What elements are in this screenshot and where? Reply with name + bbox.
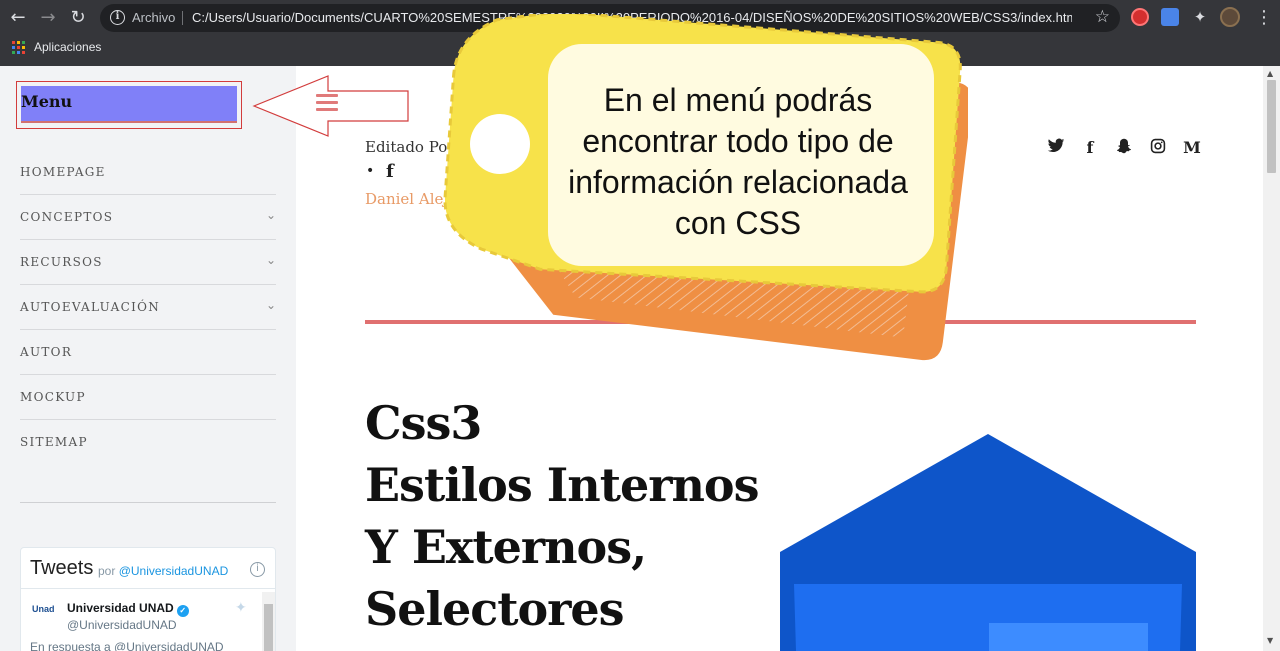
- sidebar-item-conceptos[interactable]: CONCEPTOS ⌄: [20, 195, 276, 240]
- envelope-illustration: [780, 434, 1196, 651]
- address-scheme-label: Archivo: [132, 10, 176, 25]
- page-title-line: Y Externos,: [365, 520, 647, 574]
- sidebar-item-sitemap[interactable]: SITEMAP: [20, 420, 276, 465]
- sidebar-item-autor[interactable]: AUTOR: [20, 330, 276, 375]
- chevron-down-icon[interactable]: ⌄: [266, 253, 276, 267]
- chevron-down-icon[interactable]: ⌄: [266, 298, 276, 312]
- unad-logo: Unad: [32, 604, 55, 614]
- scroll-up-arrow-icon[interactable]: ▲: [1267, 69, 1273, 78]
- scroll-down-arrow-icon[interactable]: ▼: [1267, 636, 1273, 645]
- sidebar-item-homepage[interactable]: HOMEPAGE: [20, 150, 276, 195]
- profile-avatar[interactable]: [1220, 7, 1240, 27]
- translate-icon[interactable]: [1161, 8, 1179, 26]
- facebook-icon[interactable]: f: [1080, 138, 1100, 158]
- page-title: Css3 Estilos Internos Y Externos, Select…: [365, 392, 765, 640]
- reload-icon[interactable]: ↻: [66, 6, 90, 30]
- verified-badge-icon: ✓: [176, 605, 189, 617]
- sidebar-item-label: HOMEPAGE: [20, 165, 106, 179]
- menu-title: Menu: [21, 92, 73, 111]
- twitter-icon[interactable]: [1046, 138, 1066, 158]
- list-bullet: •: [366, 163, 375, 179]
- forward-icon[interactable]: →: [36, 6, 60, 30]
- sidebar-item-label: AUTOR: [20, 345, 73, 359]
- sidebar-item-label: RECURSOS: [20, 255, 103, 269]
- bookmark-star-icon[interactable]: ☆: [1095, 7, 1110, 27]
- instagram-icon[interactable]: [1148, 138, 1168, 158]
- sidebar-item-autoevaluacion[interactable]: AUTOEVALUACIÓN ⌄: [20, 285, 276, 330]
- page-title-line: Css3: [365, 396, 482, 450]
- tweets-title: Tweets: [30, 557, 94, 579]
- editor-byline: Editado Po: [365, 138, 448, 156]
- snapchat-icon[interactable]: [1114, 138, 1134, 158]
- page-title-line: Selectores: [365, 582, 625, 636]
- info-icon[interactable]: i: [250, 562, 265, 577]
- tweets-by-handle-link[interactable]: @UniversidadUNAD: [119, 564, 229, 578]
- tweets-scrollbar[interactable]: [262, 592, 275, 651]
- apps-icon[interactable]: [12, 41, 25, 54]
- sidebar-item-label: SITEMAP: [20, 435, 88, 449]
- facebook-icon[interactable]: f: [386, 161, 394, 182]
- tweet-account-name[interactable]: Universidad UNAD ✓: [67, 601, 189, 617]
- tweet-account-name-text[interactable]: Universidad UNAD: [67, 601, 174, 615]
- sidebar: Menu HOMEPAGE CONCEPTOS ⌄ RECURSOS ⌄ AUT…: [0, 66, 296, 651]
- twitter-bird-icon[interactable]: ✦: [235, 600, 247, 616]
- bookmark-apps[interactable]: Aplicaciones: [34, 40, 101, 54]
- sidebar-nav: HOMEPAGE CONCEPTOS ⌄ RECURSOS ⌄ AUTOEVAL…: [20, 150, 276, 465]
- back-icon[interactable]: ←: [6, 6, 30, 30]
- sidebar-item-label: MOCKUP: [20, 390, 86, 404]
- tweets-byline: por @UniversidadUNAD: [98, 564, 228, 578]
- tweets-divider: [21, 588, 275, 589]
- medium-icon[interactable]: M: [1182, 138, 1202, 158]
- menu-highlight-outline: Menu: [16, 81, 242, 129]
- sidebar-item-label: CONCEPTOS: [20, 210, 114, 224]
- sidebar-divider: [20, 502, 276, 503]
- tweet-reply-context: En respuesta a @UniversidadUNAD: [30, 640, 224, 651]
- social-links: f M: [1046, 138, 1202, 158]
- page-scrollbar[interactable]: ▲ ▼: [1263, 66, 1280, 651]
- site-info-icon[interactable]: i: [110, 10, 125, 25]
- sidebar-item-label: AUTOEVALUACIÓN: [20, 300, 161, 314]
- tweets-scroll-thumb[interactable]: [264, 604, 273, 651]
- adblock-icon[interactable]: [1131, 8, 1149, 26]
- chevron-down-icon[interactable]: ⌄: [266, 208, 276, 222]
- tag-annotation-text: En el menú podrás encontrar todo tipo de…: [568, 82, 908, 241]
- page-title-line: Estilos Internos: [365, 458, 760, 512]
- browser-menu-icon[interactable]: ⋮: [1252, 6, 1276, 30]
- tweet-account-handle[interactable]: @UniversidadUNAD: [67, 618, 177, 632]
- page-scroll-thumb[interactable]: [1267, 80, 1276, 173]
- hamburger-menu-icon[interactable]: [316, 94, 338, 112]
- menu-header[interactable]: Menu: [21, 86, 237, 123]
- twitter-timeline-widget[interactable]: Tweets por @UniversidadUNAD i Unad Unive…: [20, 547, 276, 651]
- puzzle-icon[interactable]: ✦: [1191, 8, 1209, 26]
- sidebar-item-recursos[interactable]: RECURSOS ⌄: [20, 240, 276, 285]
- address-divider: [182, 11, 183, 25]
- sidebar-item-mockup[interactable]: MOCKUP: [20, 375, 276, 420]
- tweets-by-prefix: por: [98, 564, 116, 578]
